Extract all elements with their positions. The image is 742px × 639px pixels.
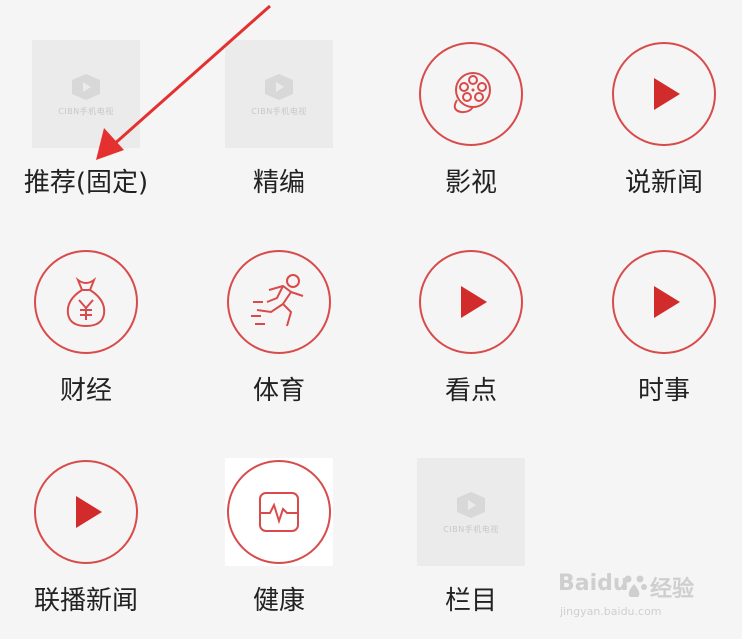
placeholder-text: CIBN手机电视 bbox=[58, 106, 114, 116]
placeholder-text: CIBN手机电视 bbox=[251, 106, 307, 116]
channel-label: 说新闻 bbox=[624, 168, 703, 198]
channel-label: 推荐(固定) bbox=[23, 168, 149, 198]
icon-slot bbox=[417, 248, 525, 356]
channel-network-news[interactable]: 联播新闻 bbox=[11, 420, 161, 620]
channel-label: 精编 bbox=[252, 168, 305, 198]
icon-slot bbox=[225, 248, 333, 356]
channel-label: 栏目 bbox=[444, 586, 497, 616]
channel-label: 联播新闻 bbox=[33, 586, 138, 616]
icon-slot bbox=[610, 40, 718, 148]
channel-recommend[interactable]: CIBN手机电视 推荐(固定) bbox=[11, 2, 161, 202]
icon-slot: CIBN手机电视 bbox=[32, 40, 140, 148]
channel-grid: CIBN手机电视 推荐(固定) CIBN手机电视 精编 影视 说新闻 财经 体育… bbox=[0, 0, 742, 639]
icon-slot: CIBN手机电视 bbox=[225, 40, 333, 148]
money-bag-icon bbox=[34, 250, 138, 354]
running-icon bbox=[227, 250, 331, 354]
play-icon bbox=[419, 250, 523, 354]
channel-current-affairs[interactable]: 时事 bbox=[589, 210, 739, 410]
channel-label: 健康 bbox=[252, 586, 305, 616]
watermark-sub: 经验 bbox=[650, 577, 695, 602]
channel-jingbian[interactable]: CIBN手机电视 精编 bbox=[204, 2, 354, 202]
channel-label: 体育 bbox=[252, 376, 305, 406]
channel-label: 看点 bbox=[444, 376, 497, 406]
placeholder-logo-icon: CIBN手机电视 bbox=[417, 458, 525, 566]
play-icon bbox=[612, 42, 716, 146]
channel-talk-news[interactable]: 说新闻 bbox=[589, 2, 739, 202]
paw-icon bbox=[621, 575, 647, 597]
icon-slot bbox=[610, 248, 718, 356]
channel-finance[interactable]: 财经 bbox=[11, 210, 161, 410]
baidu-watermark: Baidu 经验 jingyan.baidu.com bbox=[558, 565, 708, 625]
channel-label: 财经 bbox=[59, 376, 112, 406]
film-reel-icon bbox=[419, 42, 523, 146]
channel-movies[interactable]: 影视 bbox=[396, 2, 546, 202]
channel-sports[interactable]: 体育 bbox=[204, 210, 354, 410]
icon-slot bbox=[417, 40, 525, 148]
placeholder-text: CIBN手机电视 bbox=[443, 524, 499, 534]
channel-health[interactable]: 健康 bbox=[204, 420, 354, 620]
channel-columns[interactable]: CIBN手机电视 栏目 bbox=[396, 420, 546, 620]
channel-highlights[interactable]: 看点 bbox=[396, 210, 546, 410]
play-icon bbox=[34, 460, 138, 564]
icon-slot bbox=[32, 248, 140, 356]
placeholder-logo-icon: CIBN手机电视 bbox=[225, 40, 333, 148]
channel-label: 时事 bbox=[637, 376, 690, 406]
icon-slot: CIBN手机电视 bbox=[417, 458, 525, 566]
icon-slot bbox=[32, 458, 140, 566]
watermark-brand: Baidu bbox=[558, 571, 629, 596]
channel-label: 影视 bbox=[444, 168, 497, 198]
watermark-url: jingyan.baidu.com bbox=[560, 605, 662, 618]
heartbeat-icon bbox=[227, 460, 331, 564]
icon-slot bbox=[225, 458, 333, 566]
play-icon bbox=[612, 250, 716, 354]
placeholder-logo-icon: CIBN手机电视 bbox=[32, 40, 140, 148]
